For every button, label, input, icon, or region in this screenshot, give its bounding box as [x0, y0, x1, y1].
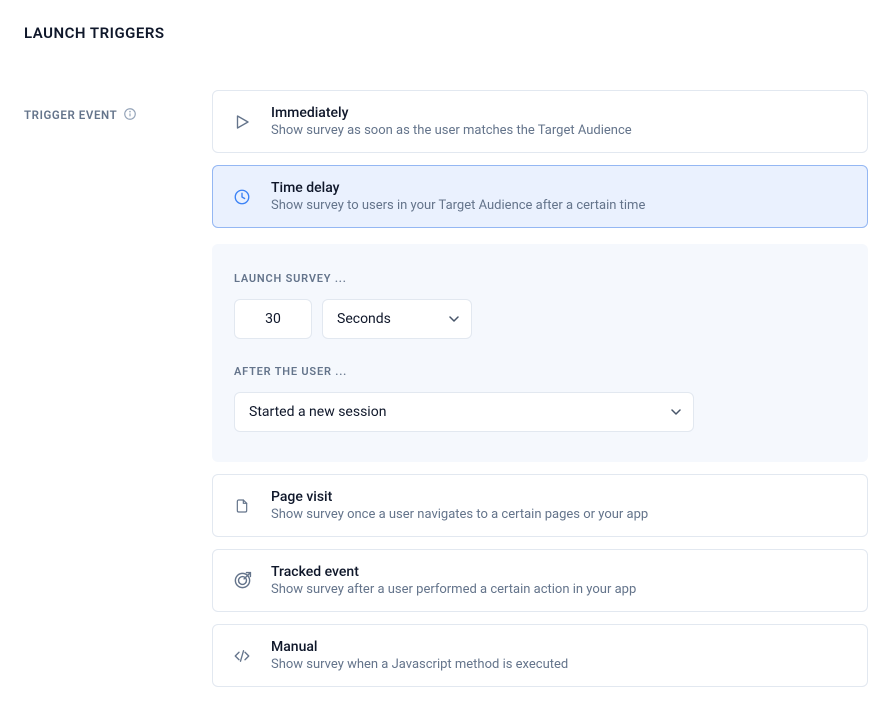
after-row: Started a new session — [234, 392, 846, 432]
option-tracked-event[interactable]: Tracked event Show survey after a user p… — [212, 549, 868, 612]
option-title: Tracked event — [271, 564, 636, 580]
option-title: Time delay — [271, 180, 645, 196]
option-immediately[interactable]: Immediately Show survey as soon as the u… — [212, 90, 868, 153]
trigger-options: Immediately Show survey as soon as the u… — [212, 90, 868, 687]
play-icon — [231, 113, 253, 131]
option-time-delay[interactable]: Time delay Show survey to users in your … — [212, 165, 868, 228]
option-title: Page visit — [271, 489, 648, 505]
option-desc: Show survey when a Javascript method is … — [271, 657, 568, 672]
code-icon — [231, 647, 253, 665]
option-manual[interactable]: Manual Show survey when a Javascript met… — [212, 624, 868, 687]
option-title: Manual — [271, 639, 568, 655]
clock-icon — [231, 188, 253, 206]
option-desc: Show survey as soon as the user matches … — [271, 123, 632, 138]
option-desc: Show survey to users in your Target Audi… — [271, 198, 645, 213]
option-page-visit[interactable]: Page visit Show survey once a user navig… — [212, 474, 868, 537]
section-label-wrap: Trigger Event — [24, 90, 184, 687]
option-desc: Show survey after a user performed a cer… — [271, 582, 636, 597]
delay-value-input[interactable] — [234, 299, 312, 339]
option-title: Immediately — [271, 105, 632, 121]
section-label: Trigger Event — [24, 108, 117, 122]
page-icon — [231, 497, 253, 515]
time-delay-config: Launch Survey ... Seconds After the user… — [212, 244, 868, 462]
info-icon[interactable] — [123, 107, 137, 121]
target-icon — [231, 571, 253, 590]
delay-row: Seconds — [234, 299, 846, 339]
launch-survey-label: Launch Survey ... — [234, 272, 846, 285]
delay-unit-select[interactable]: Seconds — [322, 299, 472, 339]
option-desc: Show survey once a user navigates to a c… — [271, 507, 648, 522]
after-user-select[interactable]: Started a new session — [234, 392, 694, 432]
page-title: Launch Triggers — [24, 24, 868, 42]
trigger-event-section: Trigger Event Immediately Show survey as… — [24, 90, 868, 687]
after-user-label: After the user ... — [234, 365, 846, 378]
